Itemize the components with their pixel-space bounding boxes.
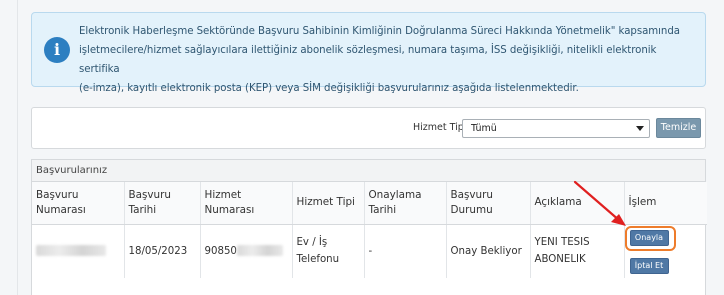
- column-header: Başvuru Durumu: [446, 182, 531, 225]
- cancel-application-button[interactable]: İptal Et: [629, 257, 669, 274]
- application-date-cell: 18/05/2023: [124, 224, 201, 278]
- clear-button[interactable]: Temizle: [656, 118, 701, 138]
- service-number-cell: 90850: [200, 224, 293, 278]
- info-icon: i: [44, 37, 70, 63]
- info-text: Elektronik Haberleşme Sektöründe Başvuru…: [79, 22, 699, 98]
- column-header: İşlem: [624, 182, 707, 225]
- column-header: Başvuru Numarası: [32, 182, 125, 225]
- column-header: Hizmet Numarası: [200, 182, 293, 225]
- redacted-service-number: [236, 245, 283, 257]
- info-line: işletmecilere/hizmet sağlayıcılara ilett…: [79, 45, 657, 75]
- service-type-select[interactable]: Tümü: [462, 119, 650, 138]
- action-cell: Onayla İptal Et: [624, 224, 707, 278]
- annotation-arrow-icon: [573, 180, 626, 226]
- chevron-down-icon: [636, 126, 644, 131]
- approve-button[interactable]: Onayla: [629, 229, 669, 246]
- filter-panel: Hizmet Tipi Tümü Temizle: [31, 107, 706, 149]
- description-cell: YENI TESIS ABONELIK: [530, 224, 625, 278]
- table-row: 18/05/2023 90850 Ev / İş Telefonu - Onay…: [32, 224, 707, 278]
- column-header: Başvuru Tarihi: [124, 182, 201, 225]
- column-header: Onaylama Tarihi: [364, 182, 447, 225]
- approval-date-cell: -: [364, 224, 447, 278]
- info-notice: i Elektronik Haberleşme Sektöründe Başvu…: [31, 12, 706, 94]
- service-type-label: Hizmet Tipi: [413, 122, 467, 133]
- column-header: Hizmet Tipi: [292, 182, 365, 225]
- service-type-cell: Ev / İş Telefonu: [292, 224, 365, 278]
- page-left-divider: [17, 0, 18, 295]
- info-line: (e-imza), kayıtlı elektronik posta (KEP)…: [79, 83, 579, 94]
- service-type-selected-value: Tümü: [471, 123, 497, 134]
- redacted-application-number: [36, 245, 106, 257]
- application-number-cell: [32, 224, 125, 278]
- info-line: Elektronik Haberleşme Sektöründe Başvuru…: [79, 26, 680, 37]
- service-number-prefix: 90850: [204, 245, 237, 257]
- application-status-cell: Onay Bekliyor: [446, 224, 531, 278]
